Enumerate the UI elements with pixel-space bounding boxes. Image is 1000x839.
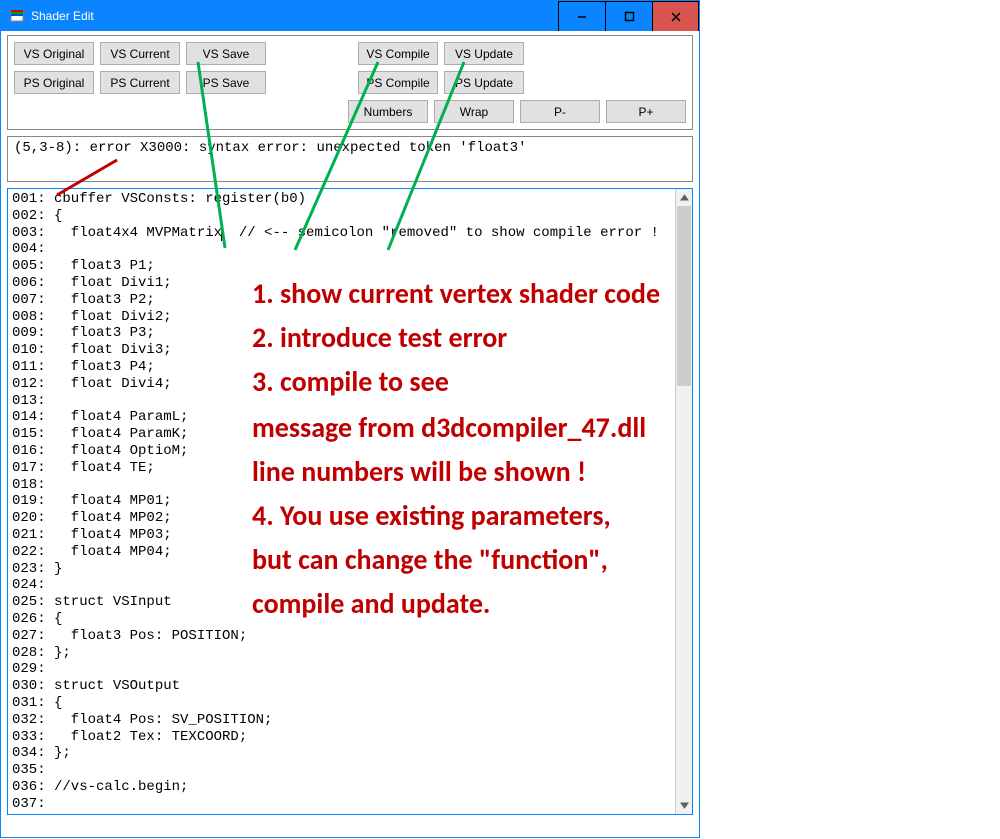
vs-current-button[interactable]: VS Current bbox=[100, 42, 180, 65]
wrap-button[interactable]: Wrap bbox=[434, 100, 514, 123]
numbers-button[interactable]: Numbers bbox=[348, 100, 428, 123]
minimize-button[interactable] bbox=[558, 1, 605, 31]
vs-update-button[interactable]: VS Update bbox=[444, 42, 524, 65]
vertical-scrollbar[interactable] bbox=[675, 189, 692, 814]
vs-save-button[interactable]: VS Save bbox=[186, 42, 266, 65]
ps-update-button[interactable]: PS Update bbox=[444, 71, 524, 94]
window-title: Shader Edit bbox=[31, 9, 558, 23]
maximize-button[interactable] bbox=[605, 1, 652, 31]
toolbar-row-vs: VS Original VS Current VS Save VS Compil… bbox=[14, 42, 686, 65]
toolbar-row-misc: Numbers Wrap P- P+ bbox=[14, 100, 686, 123]
toolbar-row-ps: PS Original PS Current PS Save PS Compil… bbox=[14, 71, 686, 94]
ps-current-button[interactable]: PS Current bbox=[100, 71, 180, 94]
scroll-down-arrow[interactable] bbox=[676, 797, 692, 814]
app-window: Shader Edit VS Original VS Current VS Sa… bbox=[0, 0, 700, 838]
vs-compile-button[interactable]: VS Compile bbox=[358, 42, 438, 65]
ps-save-button[interactable]: PS Save bbox=[186, 71, 266, 94]
toolbar-panel: VS Original VS Current VS Save VS Compil… bbox=[7, 35, 693, 130]
close-button[interactable] bbox=[652, 1, 699, 31]
titlebar[interactable]: Shader Edit bbox=[1, 1, 699, 31]
app-icon bbox=[9, 8, 25, 24]
error-output[interactable]: (5,3-8): error X3000: syntax error: unex… bbox=[7, 136, 693, 182]
p-plus-button[interactable]: P+ bbox=[606, 100, 686, 123]
scroll-up-arrow[interactable] bbox=[676, 189, 692, 206]
scroll-track[interactable] bbox=[676, 206, 692, 797]
scroll-thumb[interactable] bbox=[677, 206, 691, 386]
code-editor[interactable]: 001: cbuffer VSConsts: register(b0) 002:… bbox=[7, 188, 693, 815]
window-buttons bbox=[558, 1, 699, 31]
ps-original-button[interactable]: PS Original bbox=[14, 71, 94, 94]
vs-original-button[interactable]: VS Original bbox=[14, 42, 94, 65]
client-area: VS Original VS Current VS Save VS Compil… bbox=[1, 31, 699, 837]
p-minus-button[interactable]: P- bbox=[520, 100, 600, 123]
ps-compile-button[interactable]: PS Compile bbox=[358, 71, 438, 94]
